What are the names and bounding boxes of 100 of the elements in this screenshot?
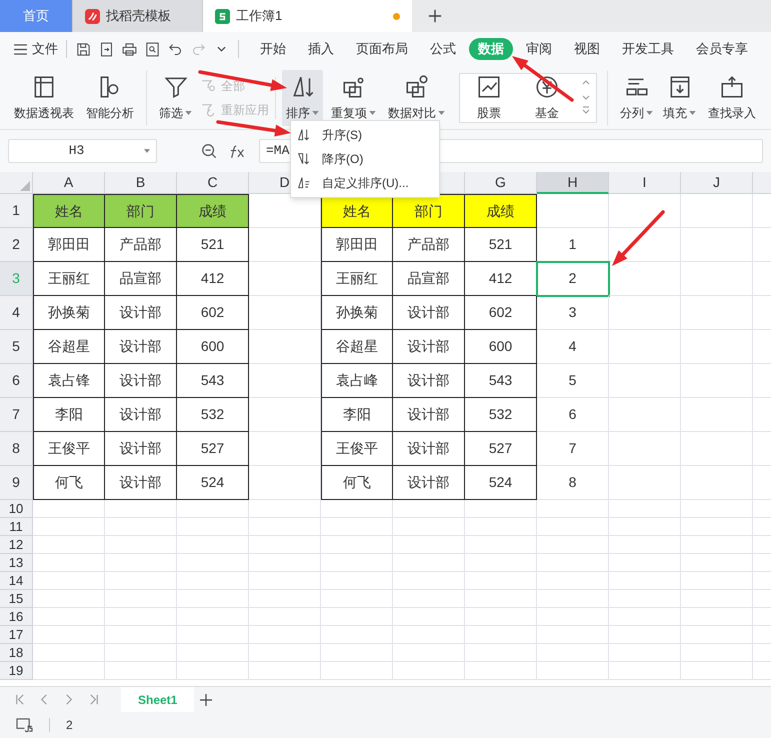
gallery-item[interactable]: 股票	[460, 74, 518, 122]
table-cell: 袁占锋	[33, 364, 105, 398]
table-cell: 524	[177, 466, 249, 500]
ribbon-button[interactable]: 排序	[282, 70, 323, 126]
ribbon-button[interactable]: 查找录入	[704, 70, 760, 126]
table-cell: 524	[465, 466, 537, 500]
document-tab[interactable]: 找稻壳模板	[72, 0, 202, 32]
table-cell: 设计部	[105, 398, 177, 432]
table-cell: 设计部	[105, 330, 177, 364]
table-cell: 产品部	[393, 228, 465, 262]
ribbon-tab[interactable]: 页面布局	[347, 38, 417, 60]
table-cell: 郭田田	[33, 228, 105, 262]
ribbon-button[interactable]: 智能分析	[82, 70, 138, 126]
row-header[interactable]: 7	[0, 398, 33, 432]
ribbon-tab[interactable]: 开发工具	[613, 38, 683, 60]
row-header[interactable]: 1	[0, 194, 33, 228]
ribbon-tab[interactable]: 公式	[421, 38, 465, 60]
table-cell: 412	[177, 262, 249, 296]
row-header[interactable]: 17	[0, 626, 33, 644]
gallery-item[interactable]: 基金	[518, 74, 576, 122]
table-cell: 谷超星	[33, 330, 105, 364]
row-header[interactable]: 16	[0, 608, 33, 626]
table-cell: 郭田田	[321, 228, 393, 262]
table-cell: 李阳	[33, 398, 105, 432]
table-cell: 6	[537, 398, 609, 432]
ribbon-tab[interactable]: 审阅	[517, 38, 561, 60]
table-cell: 527	[177, 432, 249, 466]
table-cell: 设计部	[105, 364, 177, 398]
row-header[interactable]: 11	[0, 518, 33, 536]
ribbon-tab[interactable]: 会员专享	[687, 38, 757, 60]
row-header[interactable]: 9	[0, 466, 33, 500]
table-cell: 设计部	[393, 296, 465, 330]
table-cell: 品宣部	[393, 262, 465, 296]
header-cell: 部门	[393, 194, 465, 228]
table-cell: 袁占峰	[321, 364, 393, 398]
table-cell: 521	[465, 228, 537, 262]
table-cell: 何飞	[321, 466, 393, 500]
ribbon-button[interactable]: 数据对比	[384, 70, 449, 126]
table-cell: 7	[537, 432, 609, 466]
header-cell: 部门	[105, 194, 177, 228]
row-header[interactable]: 2	[0, 228, 33, 262]
row-header[interactable]: 4	[0, 296, 33, 330]
row-header[interactable]: 13	[0, 554, 33, 572]
table-cell: 1	[537, 228, 609, 262]
row-header[interactable]: 8	[0, 432, 33, 466]
column-header[interactable]: A	[33, 172, 105, 194]
header-cell: 成绩	[177, 194, 249, 228]
table-cell: 王俊平	[321, 432, 393, 466]
table-cell: 3	[537, 296, 609, 330]
table-cell: 设计部	[393, 466, 465, 500]
table-cell: 4	[537, 330, 609, 364]
row-header[interactable]: 14	[0, 572, 33, 590]
ribbon-button[interactable]: 分列	[607, 70, 657, 126]
ribbon-tab[interactable]: 视图	[565, 38, 609, 60]
file-menu-button[interactable]: 文件	[14, 39, 58, 59]
column-header[interactable]: I	[609, 172, 681, 194]
row-header[interactable]: 5	[0, 330, 33, 364]
ribbon-button[interactable]: 数据透视表	[10, 70, 78, 126]
status-value: 2	[66, 717, 73, 734]
table-cell: 532	[177, 398, 249, 432]
table-cell: 521	[177, 228, 249, 262]
ribbon-button[interactable]: 重复项	[327, 70, 380, 126]
table-cell: 412	[465, 262, 537, 296]
table-cell: 王俊平	[33, 432, 105, 466]
ribbon-button[interactable]: 填充	[659, 70, 700, 126]
row-header[interactable]: 15	[0, 590, 33, 608]
table-cell: 532	[465, 398, 537, 432]
table-cell: 设计部	[105, 466, 177, 500]
table-cell: 王丽红	[321, 262, 393, 296]
ribbon-tab[interactable]: 开始	[251, 38, 295, 60]
row-header[interactable]: 10	[0, 500, 33, 518]
table-cell: 5	[537, 364, 609, 398]
table-cell: 品宣部	[105, 262, 177, 296]
column-header[interactable]: H	[537, 172, 609, 194]
header-cell: 成绩	[465, 194, 537, 228]
table-cell: 543	[465, 364, 537, 398]
table-cell: 产品部	[105, 228, 177, 262]
row-header[interactable]: 18	[0, 644, 33, 662]
table-cell: 李阳	[321, 398, 393, 432]
row-header[interactable]: 19	[0, 662, 33, 680]
row-header[interactable]: 6	[0, 364, 33, 398]
table-cell: 设计部	[105, 432, 177, 466]
table-cell: 王丽红	[33, 262, 105, 296]
column-header[interactable]: B	[105, 172, 177, 194]
table-cell: 设计部	[393, 398, 465, 432]
table-cell: 600	[177, 330, 249, 364]
table-cell: 设计部	[393, 432, 465, 466]
document-tab[interactable]: 工作簿1	[202, 0, 412, 32]
name-box[interactable]: H3	[8, 139, 157, 163]
table-cell: 527	[465, 432, 537, 466]
column-header[interactable]: J	[681, 172, 753, 194]
table-cell: 设计部	[393, 330, 465, 364]
ribbon-button[interactable]: 筛选	[146, 70, 196, 126]
row-header[interactable]: 12	[0, 536, 33, 554]
table-cell: 孙换菊	[33, 296, 105, 330]
column-header[interactable]: C	[177, 172, 249, 194]
ribbon-tab[interactable]: 插入	[299, 38, 343, 60]
column-header[interactable]: G	[465, 172, 537, 194]
table-cell: 设计部	[105, 296, 177, 330]
table-cell: 何飞	[33, 466, 105, 500]
